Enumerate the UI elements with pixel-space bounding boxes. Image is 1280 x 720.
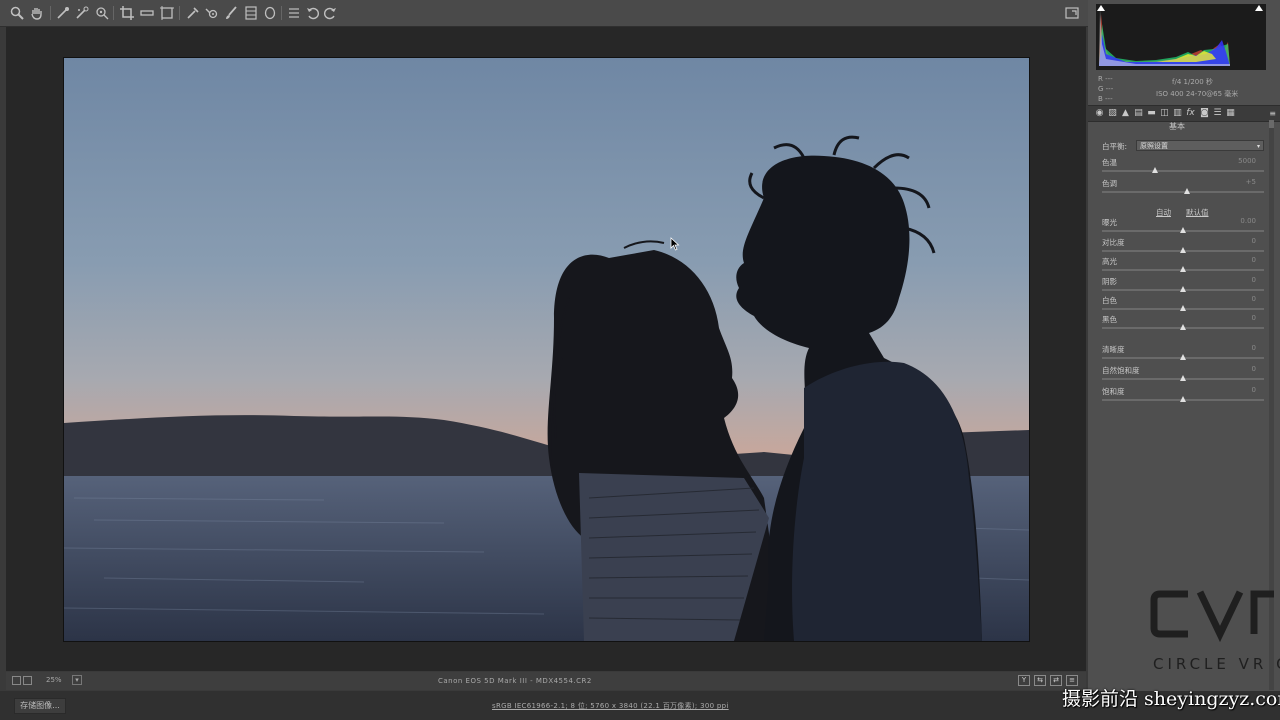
white-balance-tool-icon[interactable] [55, 5, 71, 21]
swap-settings-button[interactable]: ⇄ [1050, 675, 1062, 686]
tint-label: 色调 [1102, 179, 1117, 188]
blacks-slider-thumb[interactable] [1179, 324, 1186, 330]
highlights-label: 高光 [1102, 257, 1117, 266]
auto-button[interactable]: 自动 [1156, 207, 1171, 218]
g-value: G --- [1098, 85, 1114, 93]
exif-aperture-shutter: f/4 1/200 秒 [1172, 78, 1213, 86]
exposure-value[interactable]: 0.00 [1228, 217, 1256, 225]
tint-slider[interactable] [1102, 191, 1264, 193]
detail-tab-icon[interactable]: ▲ [1120, 108, 1131, 119]
zoom-in-button[interactable] [23, 676, 32, 685]
blacks-value[interactable]: 0 [1228, 314, 1256, 322]
zoom-dropdown[interactable]: ▾ [72, 675, 82, 685]
panel-menu-icon[interactable]: ≡ [1269, 109, 1276, 118]
default-button[interactable]: 默认值 [1186, 207, 1209, 218]
rgb-readout: R --- G --- B --- [1098, 74, 1113, 104]
hand-tool-icon[interactable] [29, 5, 45, 21]
clarity-label: 清晰度 [1102, 345, 1125, 354]
shadows-value[interactable]: 0 [1228, 276, 1256, 284]
hsl-tab-icon[interactable]: ▤ [1133, 108, 1144, 119]
tint-slider-thumb[interactable] [1184, 188, 1191, 194]
fullscreen-toggle-icon[interactable] [1064, 5, 1080, 21]
temperature-label: 色温 [1102, 158, 1117, 167]
chevron-down-icon: ▾ [1256, 143, 1260, 150]
lens-corrections-tab-icon[interactable]: ◫ [1159, 108, 1170, 119]
snapshots-tab-icon[interactable]: ▦ [1225, 108, 1236, 119]
exif-iso-lens: ISO 400 24-70@65 毫米 [1156, 90, 1239, 98]
presets-tab-icon[interactable]: ☰ [1212, 108, 1223, 119]
target-adjustment-icon[interactable] [94, 5, 110, 21]
r-value: R --- [1098, 75, 1113, 83]
blacks-label: 黑色 [1102, 315, 1117, 324]
whites-value[interactable]: 0 [1228, 295, 1256, 303]
exposure-slider-thumb[interactable] [1179, 227, 1186, 233]
contrast-label: 对比度 [1102, 238, 1125, 247]
zoom-tool-icon[interactable] [9, 5, 25, 21]
camera-calibration-tab-icon[interactable]: ◙ [1199, 108, 1210, 119]
red-eye-icon[interactable] [204, 5, 220, 21]
preferences-icon[interactable] [286, 5, 302, 21]
white-balance-value: 原照设置 [1140, 142, 1168, 150]
rotate-cw-icon[interactable] [322, 5, 338, 21]
white-balance-label: 白平衡: [1102, 142, 1128, 151]
shadows-slider-thumb[interactable] [1179, 286, 1186, 292]
save-image-button[interactable]: 存储图像... [14, 698, 66, 714]
whites-label: 白色 [1102, 296, 1117, 305]
image-preview-area[interactable] [6, 27, 1086, 671]
fx-tab-icon[interactable]: fx [1185, 108, 1196, 119]
cvr-logo [1150, 590, 1274, 643]
zoom-level: 25% [46, 676, 62, 684]
preview-status-bar: 25% ▾ Canon EOS 5D Mark III - MDX4554.CR… [6, 672, 1086, 690]
split-toning-tab-icon[interactable]: ▬ [1146, 108, 1157, 119]
highlight-clipping-icon[interactable] [1255, 5, 1263, 11]
transform-tool-icon[interactable] [159, 5, 175, 21]
cvr-text: CIRCLE VR C [1153, 655, 1280, 673]
highlights-slider-thumb[interactable] [1179, 266, 1186, 272]
mouse-cursor-icon [670, 237, 680, 251]
exposure-label: 曝光 [1102, 218, 1117, 227]
b-value: B --- [1098, 95, 1113, 103]
highlights-value[interactable]: 0 [1228, 256, 1256, 264]
shadow-clipping-icon[interactable] [1097, 5, 1105, 11]
camera-file-info: Canon EOS 5D Mark III - MDX4554.CR2 [438, 677, 592, 685]
crop-tool-icon[interactable] [119, 5, 135, 21]
section-title: 基本 [1169, 122, 1185, 131]
vibrance-label: 自然饱和度 [1102, 366, 1140, 375]
toolbar [0, 0, 1088, 27]
whites-slider-thumb[interactable] [1179, 305, 1186, 311]
effects-tab-icon[interactable]: ▥ [1172, 108, 1183, 119]
color-sampler-icon[interactable] [74, 5, 90, 21]
contrast-value[interactable]: 0 [1228, 237, 1256, 245]
saturation-value[interactable]: 0 [1228, 386, 1256, 394]
saturation-slider-thumb[interactable] [1179, 396, 1186, 402]
workflow-options-link[interactable]: sRGB IEC61966-2.1; 8 位; 5760 x 3840 (22.… [492, 701, 729, 711]
spot-removal-icon[interactable] [185, 5, 201, 21]
contrast-slider-thumb[interactable] [1179, 247, 1186, 253]
graduated-filter-icon[interactable] [243, 5, 259, 21]
preview-mode-y-button[interactable]: Y [1018, 675, 1030, 686]
rotate-ccw-icon[interactable] [305, 5, 321, 21]
vibrance-value[interactable]: 0 [1228, 365, 1256, 373]
zoom-out-button[interactable] [12, 676, 21, 685]
basic-tab-icon[interactable]: ◉ [1094, 108, 1105, 119]
temperature-value[interactable]: 5000 [1228, 157, 1256, 165]
shadows-label: 阴影 [1102, 277, 1117, 286]
temperature-slider-thumb[interactable] [1151, 167, 1158, 173]
straighten-tool-icon[interactable] [139, 5, 155, 21]
tone-curve-tab-icon[interactable]: ▨ [1107, 108, 1118, 119]
before-after-button[interactable]: ⇆ [1034, 675, 1046, 686]
preview-photo[interactable] [63, 57, 1030, 642]
site-watermark: 摄影前沿 sheyingzyz.com [1062, 688, 1280, 710]
white-balance-select[interactable]: 原照设置 ▾ [1136, 140, 1264, 151]
clarity-slider-thumb[interactable] [1179, 354, 1186, 360]
tint-value[interactable]: +5 [1228, 178, 1256, 186]
histogram [1096, 4, 1266, 70]
clarity-value[interactable]: 0 [1228, 344, 1256, 352]
panel-tabs: ◉ ▨ ▲ ▤ ▬ ◫ ▥ fx ◙ ☰ ▦ ≡ [1088, 105, 1280, 122]
saturation-label: 饱和度 [1102, 387, 1125, 396]
adjustment-brush-icon[interactable] [223, 5, 239, 21]
temperature-slider[interactable] [1102, 170, 1264, 172]
radial-filter-icon[interactable] [262, 5, 278, 21]
vibrance-slider-thumb[interactable] [1179, 375, 1186, 381]
